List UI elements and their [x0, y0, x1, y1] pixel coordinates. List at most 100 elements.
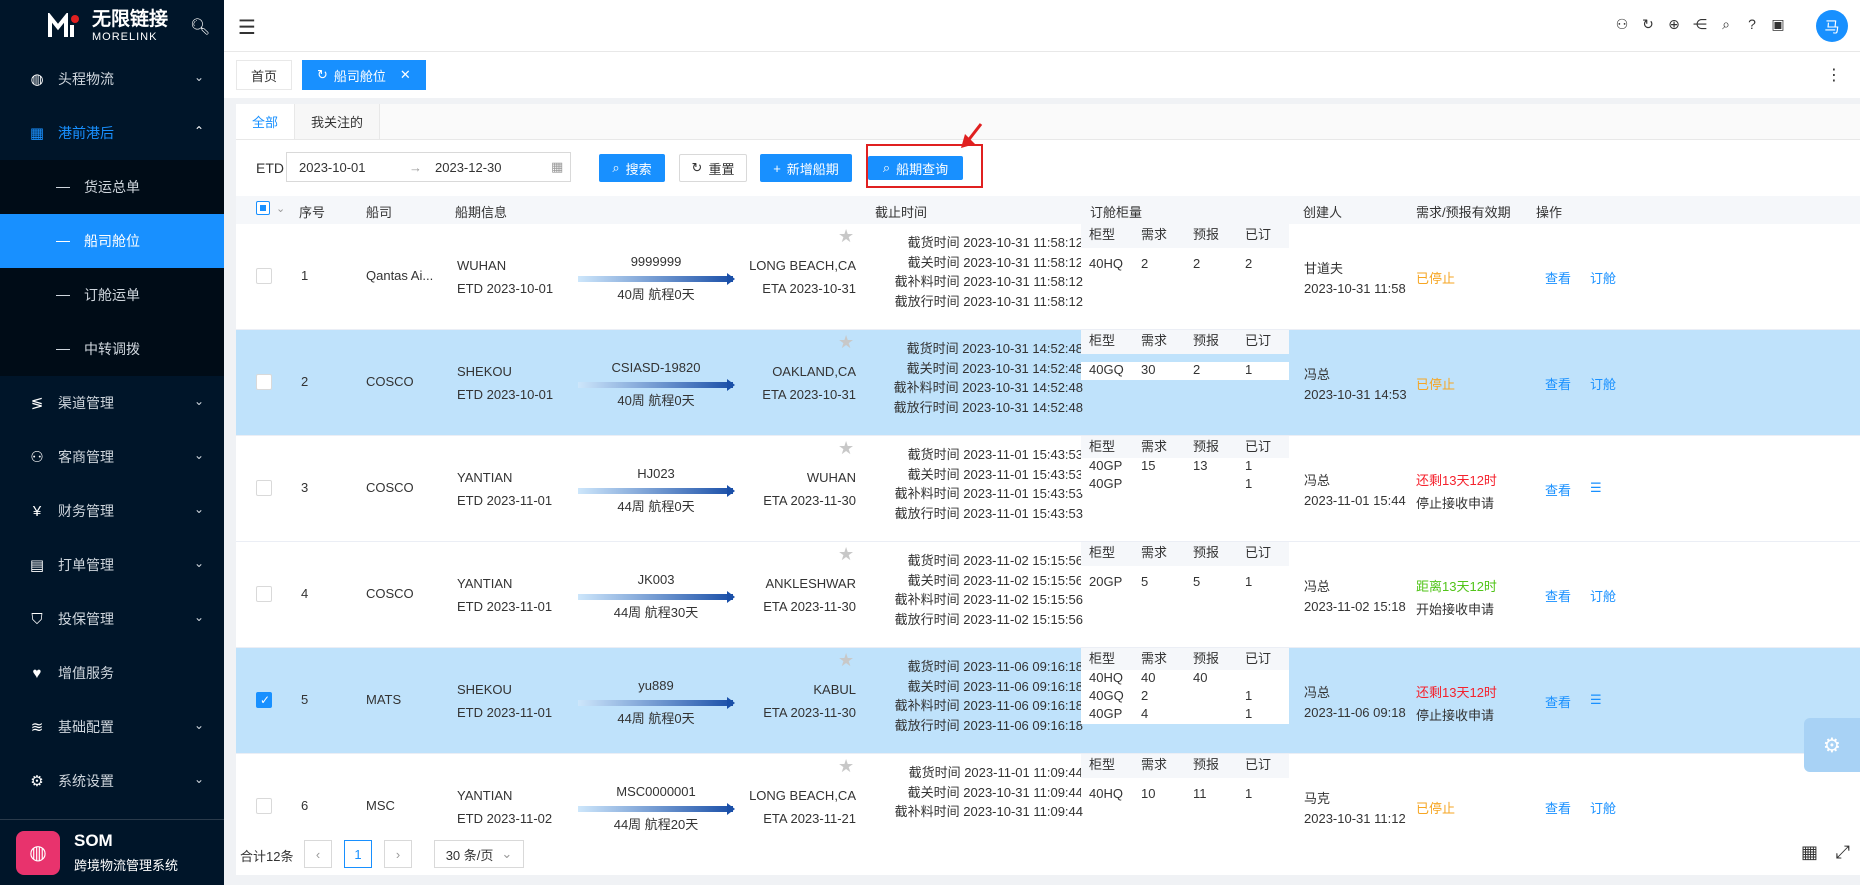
submenu: 货运总单 船司舱位 订舱运单 中转调拨 [0, 160, 224, 376]
row-checkbox[interactable] [256, 798, 272, 817]
sidebar-item-base-config[interactable]: ≋ 基础配置 ⌄ [0, 700, 224, 754]
add-schedule-button[interactable]: + 新增船期 [760, 154, 852, 182]
menu-collapse-icon[interactable]: ☰ [238, 15, 256, 40]
sidebar-item-finance[interactable]: ¥ 财务管理 ⌄ [0, 484, 224, 538]
book-link[interactable]: 订舱 [1590, 586, 1616, 605]
refresh-icon[interactable]: ↻ [1640, 16, 1656, 33]
row-etd: ETD 2023-10-01 [457, 281, 554, 296]
date-end[interactable]: 2023-12-30 [435, 160, 545, 175]
sidebar-item-insurance[interactable]: ⛉ 投保管理 ⌄ [0, 592, 224, 646]
view-link[interactable]: 查看 [1545, 692, 1571, 711]
sidebar-item-first-leg[interactable]: ◍ 头程物流 ⌄ [0, 52, 224, 106]
sidebar-subitem-carrier-space[interactable]: 船司舱位 [0, 214, 224, 268]
container-table: 柜型 需求 预报 已订 40HQ 40 40 40GQ 2 1 40GP 4 1 [1081, 648, 1289, 724]
search-button[interactable]: ⌕ 搜索 [599, 154, 665, 182]
sidebar-item-merchants[interactable]: ⚇ 客商管理 ⌄ [0, 430, 224, 484]
container-booked-header: 已订 [1245, 227, 1272, 242]
more-vertical-icon[interactable]: ⋮ [1826, 65, 1842, 85]
container-demand-header: 需求 [1141, 227, 1168, 242]
table-row[interactable]: 3 COSCO YANTIAN ETD 2023-11-01 HJ023 44周 航程0天… [236, 436, 1860, 542]
row-checkbox[interactable] [256, 374, 272, 393]
cutoff-value: 2023-11-01 15:43:53 [963, 505, 1083, 521]
container-row: 40HQ 2 2 2 [1081, 256, 1289, 274]
select-all-checkbox[interactable] [256, 201, 270, 218]
view-link[interactable]: 查看 [1545, 374, 1571, 393]
reset-button[interactable]: ↻ 重置 [679, 154, 747, 182]
tab-carrier-space[interactable]: ↻ 船司舱位 ✕ [302, 60, 426, 90]
sidebar-item-label: 渠道管理 [58, 395, 114, 411]
view-link[interactable]: 查看 [1545, 268, 1571, 287]
tab-home[interactable]: 首页 [236, 60, 293, 90]
prev-page-button[interactable]: ‹ [304, 840, 332, 868]
cutoff-label: 截关时间 [907, 678, 960, 694]
chevron-down-icon: ⌄ [193, 772, 204, 786]
fullscreen-icon[interactable]: ⤢ [1836, 842, 1850, 863]
row-pol: YANTIAN [457, 788, 513, 803]
view-link[interactable]: 查看 [1545, 586, 1571, 605]
star-icon[interactable]: ★ [838, 332, 854, 353]
table-view-icon[interactable]: ▦ [1801, 842, 1818, 863]
date-start[interactable]: 2023-10-01 [299, 160, 409, 175]
share-icon[interactable]: ⋲ [1692, 16, 1708, 33]
etd-date-range[interactable]: 2023-10-01 → 2023-12-30 ▦ [286, 152, 571, 182]
container-header: 柜型 需求 预报 已订 [1081, 648, 1289, 672]
user-search-icon[interactable]: ⚇ [1614, 16, 1630, 33]
star-icon[interactable]: ★ [838, 544, 854, 565]
cutoff-value: 2023-11-06 09:16:18 [963, 717, 1083, 733]
sidebar-subitem-booking[interactable]: 订舱运单 [0, 268, 224, 322]
sidebar-subitem-transfer[interactable]: 中转调拨 [0, 322, 224, 376]
table-row[interactable]: ✓ 5 MATS SHEKOU ETD 2023-11-01 yu889 44周 航程0天 K… [236, 648, 1860, 754]
sidebar-item-channel[interactable]: ≶ 渠道管理 ⌄ [0, 376, 224, 430]
cutoff-value: 2023-11-02 15:15:56 [963, 553, 1083, 568]
view-link[interactable]: 查看 [1545, 480, 1571, 499]
row-checkbox[interactable] [256, 268, 272, 287]
cutoff-label: 截补料时间 [894, 698, 960, 713]
sidebar-item-settings[interactable]: ⚙ 系统设置 ⌄ [0, 754, 224, 808]
sidebar-item-print[interactable]: ▤ 打单管理 ⌄ [0, 538, 224, 592]
sidebar-item-port[interactable]: ▦ 港前港后 ⌃ [0, 106, 224, 160]
menu-icon[interactable]: ☰ [1590, 692, 1602, 708]
view-link[interactable]: 查看 [1545, 798, 1571, 817]
chevron-down-icon: ⌄ [193, 556, 204, 570]
container-forecast [1185, 476, 1237, 494]
star-icon[interactable]: ★ [838, 756, 854, 777]
row-checkbox[interactable]: ✓ [256, 692, 272, 711]
book-link[interactable]: 订舱 [1590, 268, 1616, 287]
chevron-down-icon[interactable]: ⌄ [276, 202, 285, 215]
menu-icon[interactable]: ☰ [1590, 480, 1602, 496]
container-header: 柜型 需求 预报 已订 [1081, 542, 1289, 566]
floating-settings-button[interactable]: ⚙ [1804, 718, 1860, 772]
row-checkbox[interactable] [256, 586, 272, 605]
col-schedule: 船期信息 [455, 205, 508, 220]
bag-icon[interactable]: ▣ [1770, 16, 1786, 33]
book-link[interactable]: 订舱 [1590, 374, 1616, 393]
table-row[interactable]: 4 COSCO YANTIAN ETD 2023-11-01 JK003 44周 航程30… [236, 542, 1860, 648]
avatar[interactable]: 马 [1816, 10, 1848, 42]
col-validity: 需求/预报有效期 [1416, 205, 1511, 220]
table-row[interactable]: 2 COSCO SHEKOU ETD 2023-10-01 CSIASD-19820 40… [236, 330, 1860, 436]
table-row[interactable]: 1 Qantas Ai... WUHAN ETD 2023-10-01 9999999 4… [236, 224, 1860, 330]
sidebar-subitem-freight[interactable]: 货运总单 [0, 160, 224, 214]
next-page-button[interactable]: › [384, 840, 412, 868]
sidebar: 无限链接 MORELINK 🔍︎ ◍ 头程物流 ⌄ ▦ 港前港后 ⌃ 货运总单 船司舱位… [0, 0, 224, 885]
star-icon[interactable]: ★ [838, 650, 854, 671]
close-icon[interactable]: ✕ [400, 67, 411, 83]
search-icon[interactable]: ⌕ [1718, 16, 1734, 33]
row-checkbox[interactable] [256, 480, 272, 499]
container-header: 柜型 需求 预报 已订 [1081, 754, 1289, 778]
page-size-select[interactable]: 30 条/页 ⌄ [434, 840, 524, 868]
search-icon[interactable]: 🔍︎ [190, 17, 210, 37]
tab-followed[interactable]: 我关注的 [295, 104, 381, 139]
row-vessel: JK003 [637, 572, 675, 587]
row-etd: ETD 2023-11-01 [457, 599, 553, 614]
page-1-button[interactable]: 1 [344, 840, 372, 868]
row-pod: ANKLESHWAR [765, 576, 856, 591]
sidebar-item-value-added[interactable]: ♥ 增值服务 [0, 646, 224, 700]
help-icon[interactable]: ? [1744, 16, 1760, 33]
tab-all[interactable]: 全部 [236, 104, 296, 139]
globe-icon[interactable]: ⊕ [1666, 16, 1682, 33]
star-icon[interactable]: ★ [838, 226, 854, 247]
book-link[interactable]: 订舱 [1590, 798, 1616, 817]
star-icon[interactable]: ★ [838, 438, 854, 459]
status-badge: 已停止 [1416, 801, 1456, 816]
